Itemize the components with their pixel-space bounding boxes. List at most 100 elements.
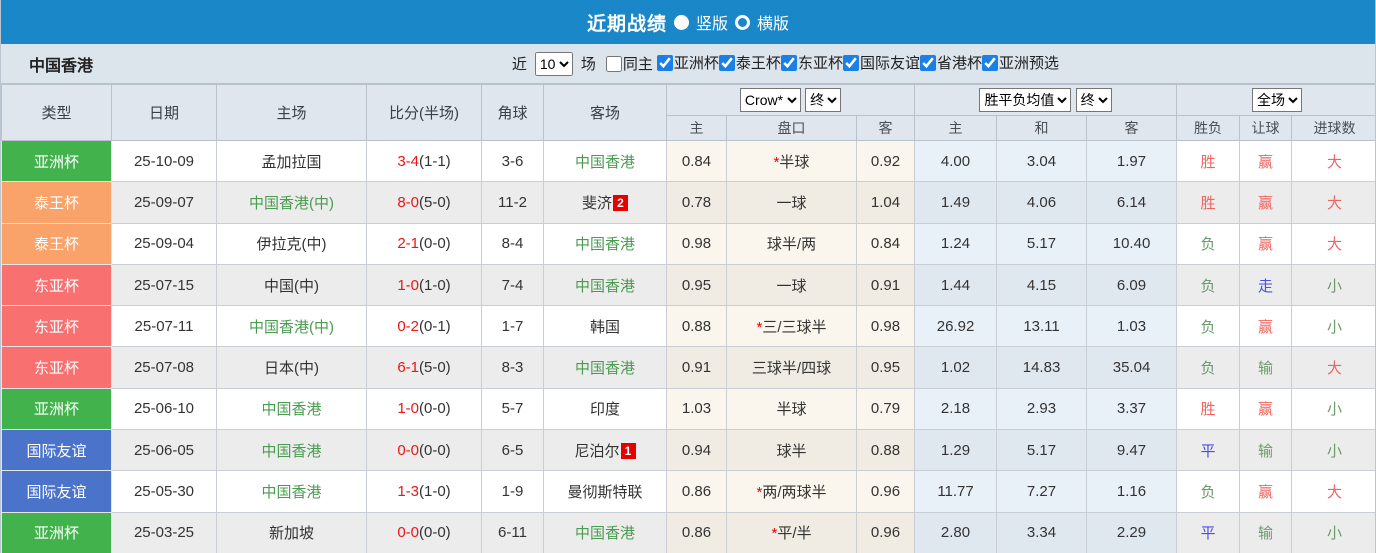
score-cell: 0-2(0-1) <box>366 305 482 348</box>
odds-home-cell: 0.94 <box>666 429 727 472</box>
fulltime-score: 6-1 <box>397 359 419 377</box>
match-count-select[interactable]: 10 <box>534 51 573 76</box>
subcol-avg-away: 客 <box>1086 115 1178 141</box>
handicap-line-cell: 三球半/四球 <box>726 346 857 389</box>
away-team-cell: 中国香港 <box>543 139 667 183</box>
col-header-away: 客场 <box>543 84 667 141</box>
score-cell: 2-1(0-0) <box>366 222 482 265</box>
avg-home-cell: 1.44 <box>914 263 998 307</box>
competition-filter: 亚洲预选 <box>981 52 1059 73</box>
avg-home-cell: 2.80 <box>914 511 998 553</box>
results-tbody: 亚洲杯 25-10-09 孟加拉国 3-4(1-1) 3-6 中国香港 0.84 *半球 0.9… <box>1 139 1375 553</box>
fulltime-score: 3-4 <box>397 152 419 170</box>
avg-home-cell: 1.24 <box>914 222 998 265</box>
corners-cell: 1-9 <box>481 470 544 513</box>
away-team-cell: 中国香港 <box>543 511 667 553</box>
odds-source-select[interactable]: Crow* <box>739 88 801 112</box>
avg-draw-cell: 3.34 <box>996 511 1088 553</box>
halftime-score: (1-0) <box>419 276 451 294</box>
odds-time-select[interactable]: 终 <box>805 88 842 112</box>
away-team-cell: 曼彻斯特联 <box>543 470 667 513</box>
halftime-score: (5-0) <box>419 193 451 211</box>
home-team-cell: 中国香港 <box>216 429 367 472</box>
handicap-result-cell: 赢 <box>1239 139 1293 183</box>
match-row: 东亚杯 25-07-15 中国(中) 1-0(1-0) 7-4 中国香港 0.95 一球 0.9… <box>1 263 1375 307</box>
handicap-line-cell: 一球 <box>726 181 857 224</box>
odds-home-cell: 0.86 <box>666 511 727 553</box>
halftime-score: (1-0) <box>419 483 451 501</box>
avg-away-cell: 6.14 <box>1086 181 1178 224</box>
horizontal-layout-radio[interactable] <box>735 14 750 30</box>
avg-source-select[interactable]: 胜平负均值 <box>979 88 1072 112</box>
competition-label: 东亚杯 <box>797 55 843 73</box>
team-name-text: 中国香港 <box>574 525 635 543</box>
team-name-text: 日本(中) <box>264 360 319 378</box>
team-name-text: 中国香港 <box>574 277 635 295</box>
scope-group-header: 全场 <box>1176 84 1375 116</box>
vertical-layout-radio[interactable] <box>673 14 689 30</box>
outcome-cell: 胜 <box>1176 139 1241 183</box>
competition-checkbox[interactable] <box>718 54 735 71</box>
same-home-label: 同主 <box>622 56 653 73</box>
competition-checkbox[interactable] <box>919 54 936 71</box>
competition-checkbox[interactable] <box>842 54 859 71</box>
odds-away-cell: 0.95 <box>855 346 916 389</box>
fulltime-score: 0-0 <box>397 524 419 542</box>
odds-away-cell: 1.04 <box>855 181 916 224</box>
score-cell: 0-0(0-0) <box>366 429 482 472</box>
handicap-line-cell: *平/半 <box>726 511 857 553</box>
near-label: 近 <box>511 56 527 73</box>
red-card-badge: 2 <box>613 194 628 211</box>
match-type-cell: 国际友谊 <box>1 429 112 472</box>
avg-group-header: 胜平负均值 终 <box>914 84 1178 116</box>
competition-filter: 国际友谊 <box>842 52 920 73</box>
scope-select[interactable]: 全场 <box>1252 88 1303 112</box>
team-name-text: 印度 <box>589 401 620 419</box>
handicap-result-cell: 赢 <box>1239 305 1293 348</box>
avg-time-select[interactable]: 终 <box>1075 88 1112 112</box>
competition-checkbox[interactable] <box>780 54 797 71</box>
horizontal-layout-label[interactable]: 横版 <box>757 10 789 34</box>
team-name-text: 曼彻斯特联 <box>567 484 643 502</box>
team-name-text: 中国香港 <box>574 236 635 254</box>
avg-away-cell: 2.29 <box>1086 511 1178 553</box>
odds-away-cell: 0.79 <box>855 387 916 431</box>
outcome-cell: 负 <box>1176 305 1241 348</box>
goals-result-cell: 大 <box>1291 346 1375 389</box>
corners-cell: 5-7 <box>481 387 544 431</box>
vertical-layout-label[interactable]: 竖版 <box>696 10 728 34</box>
score-cell: 1-0(0-0) <box>366 387 482 431</box>
team-name-text: 中国香港 <box>574 360 635 378</box>
red-card-badge: 1 <box>620 442 636 459</box>
away-team-cell: 中国香港 <box>543 263 667 307</box>
match-date-cell: 25-09-04 <box>111 222 217 265</box>
avg-home-cell: 2.18 <box>914 387 998 431</box>
avg-away-cell: 3.37 <box>1086 387 1178 431</box>
outcome-cell: 负 <box>1176 346 1241 389</box>
match-type-cell: 东亚杯 <box>1 263 112 307</box>
goals-result-cell: 小 <box>1291 429 1375 472</box>
same-home-checkbox[interactable] <box>605 55 622 72</box>
fulltime-score: 1-0 <box>397 276 419 294</box>
goals-result-cell: 小 <box>1291 387 1375 431</box>
handicap-result-cell: 赢 <box>1239 222 1293 265</box>
score-cell: 0-0(0-0) <box>366 511 482 553</box>
home-team-cell: 日本(中) <box>216 346 367 389</box>
odds-group-header: Crow* 终 <box>665 84 916 116</box>
filter-bar: 中国香港 近 10 场 同主 亚洲杯 泰王杯 东亚杯 国际友谊 省港杯 亚洲预选 <box>1 44 1375 84</box>
competition-checkbox[interactable] <box>656 54 673 71</box>
match-row: 泰王杯 25-09-07 中国香港(中) 8-0(5-0) 11-2 斐济 2 0.78 一球 1… <box>1 181 1375 224</box>
subcol-outcome: 胜负 <box>1176 115 1241 141</box>
team-name-text: 新加坡 <box>268 525 314 543</box>
matches-label: 场 <box>580 56 596 73</box>
handicap-result-cell: 输 <box>1239 346 1293 389</box>
team-name-text: 尼泊尔 <box>574 442 620 460</box>
goals-result-cell: 小 <box>1291 305 1375 348</box>
goals-result-cell: 大 <box>1291 181 1375 224</box>
team-name: 中国香港 <box>29 57 94 75</box>
competition-checkbox[interactable] <box>981 54 998 71</box>
match-type-cell: 东亚杯 <box>1 346 112 389</box>
corners-cell: 1-7 <box>481 305 544 348</box>
handicap-result-cell: 赢 <box>1239 387 1293 431</box>
match-date-cell: 25-10-09 <box>111 139 217 183</box>
